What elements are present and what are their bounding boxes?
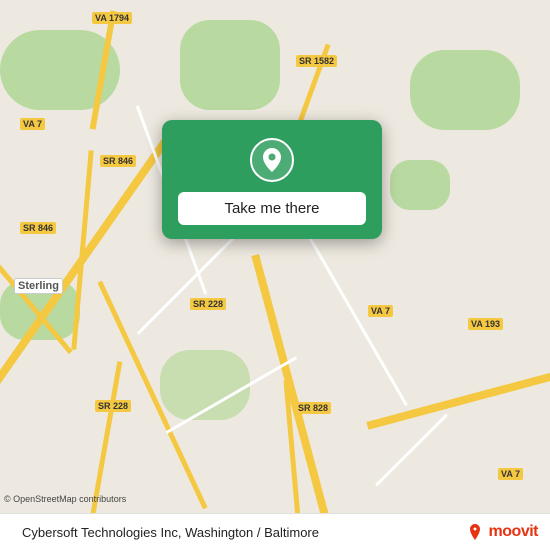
road-label-sr828: SR 828 <box>295 402 331 414</box>
road-label-sr846-2: SR 846 <box>20 222 56 234</box>
road-label-va1794: VA 1794 <box>92 12 132 24</box>
road-label-sr228-1: SR 228 <box>190 298 226 310</box>
road-label-va193: VA 193 <box>468 318 503 330</box>
road-label-va7-west: VA 7 <box>20 118 45 130</box>
road-label-sr228-2: SR 228 <box>95 400 131 412</box>
popup-card: Take me there <box>162 120 382 239</box>
green-area <box>410 50 520 130</box>
take-me-there-button[interactable]: Take me there <box>178 192 366 225</box>
bottom-bar: Cybersoft Technologies Inc, Washington /… <box>0 513 550 550</box>
moovit-brand-label: moovit <box>489 523 538 541</box>
location-text: Cybersoft Technologies Inc, Washington /… <box>22 525 455 540</box>
road-label-sr1582: SR 1582 <box>296 55 337 67</box>
city-label-sterling: Sterling <box>14 278 63 294</box>
moovit-pin-icon <box>465 522 485 542</box>
copyright-text: © OpenStreetMap contributors <box>4 494 126 504</box>
green-area <box>180 20 280 110</box>
location-pin-icon <box>250 138 294 182</box>
brand-area: moovit <box>465 522 538 542</box>
road-label-sr846-1: SR 846 <box>100 155 136 167</box>
green-area <box>390 160 450 210</box>
road-label-va7-east: VA 7 <box>368 305 393 317</box>
road-label-va7-se: VA 7 <box>498 468 523 480</box>
map-container: VA 1794 VA 7 SR 1582 SR 846 SR 846 Sterl… <box>0 0 550 550</box>
